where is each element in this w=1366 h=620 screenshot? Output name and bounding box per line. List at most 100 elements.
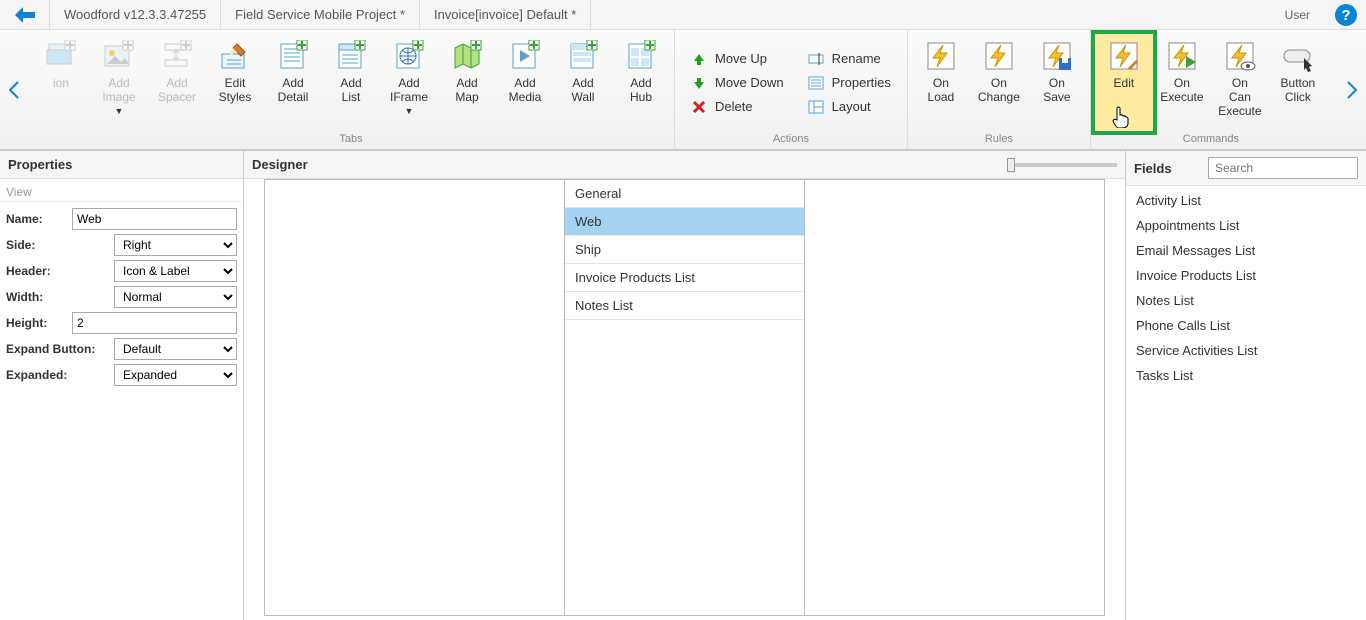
action-label: Delete (715, 99, 753, 114)
action-properties[interactable]: Properties (804, 73, 895, 93)
group-label: Commands (1091, 131, 1331, 149)
fields-header: Fields (1126, 151, 1366, 186)
ribbon-button-add-map[interactable]: AddMap (438, 34, 496, 131)
prop-row-height: Height: (0, 310, 243, 336)
action-label: Properties (832, 75, 891, 90)
field-item[interactable]: Notes List (1126, 288, 1366, 313)
prop-select[interactable]: Default (114, 338, 237, 360)
designer-canvas[interactable]: GeneralWebShipInvoice Products ListNotes… (264, 179, 1105, 616)
ribbon-button-on-change[interactable]: OnChange (970, 34, 1028, 131)
prop-select[interactable]: Expanded (114, 364, 237, 386)
button-label: AddMap (455, 76, 478, 104)
hub-icon (625, 40, 657, 72)
field-item[interactable]: Service Activities List (1126, 338, 1366, 363)
prop-row-expanded: Expanded:Expanded (0, 362, 243, 388)
prop-input[interactable] (72, 208, 237, 230)
zoom-slider[interactable] (1007, 163, 1117, 167)
button-label: AddIFrame (390, 76, 428, 104)
designer-tab-web[interactable]: Web (565, 208, 804, 236)
title-tab[interactable]: Field Service Mobile Project * (221, 0, 420, 29)
field-item[interactable]: Email Messages List (1126, 238, 1366, 263)
field-item[interactable]: Activity List (1126, 188, 1366, 213)
prop-row-header: Header:Icon & Label (0, 258, 243, 284)
ribbon-button-add-iframe[interactable]: AddIFrame▼ (380, 34, 438, 131)
action-rename[interactable]: Rename (804, 49, 895, 69)
ribbon-button-add-hub[interactable]: AddHub (612, 34, 670, 131)
ribbon-group-tabs: ionAddImage▼AddSpacerEditStylesAddDetail… (28, 30, 675, 149)
ribbon-button-add-wall[interactable]: AddWall (554, 34, 612, 131)
action-move-up[interactable]: Move Up (687, 49, 788, 69)
svg-text:?: ? (1341, 7, 1350, 24)
prop-label: Width: (6, 290, 114, 304)
ribbon-button-edit-styles[interactable]: EditStyles (206, 34, 264, 131)
button-label: ButtonClick (1281, 76, 1316, 104)
prop-label: Name: (6, 212, 72, 226)
designer-tab-invoice-products-list[interactable]: Invoice Products List (565, 264, 804, 292)
up-icon (691, 51, 707, 67)
prop-select[interactable]: Right (114, 234, 237, 256)
map-icon (451, 40, 483, 72)
ribbon-button-add-media[interactable]: AddMedia (496, 34, 554, 131)
ribbon-button-on-save[interactable]: OnSave (1028, 34, 1086, 131)
designer-tab-ship[interactable]: Ship (565, 236, 804, 264)
user-label[interactable]: User (1269, 8, 1326, 22)
help-icon[interactable]: ? (1326, 4, 1366, 26)
main: Properties View Name:Side:RightHeader:Ic… (0, 150, 1366, 620)
ribbon-group-commands: Edit OnExecuteOnCanExecute ButtonClick Com… (1091, 30, 1331, 149)
prop-row-width: Width:Normal (0, 284, 243, 310)
designer-tab-notes-list[interactable]: Notes List (565, 292, 804, 320)
action-move-down[interactable]: Move Down (687, 73, 788, 93)
detail-icon (277, 40, 309, 72)
ribbon-button-add-detail[interactable]: AddDetail (264, 34, 322, 131)
prop-select[interactable]: Icon & Label (114, 260, 237, 282)
prop-label: Expanded: (6, 368, 114, 382)
ribbon-group-rules: OnLoadOnChangeOnSave Rules (908, 30, 1091, 149)
button-label: AddWall (572, 76, 595, 104)
arrow-left-icon (15, 7, 35, 23)
search-input[interactable] (1208, 157, 1358, 179)
field-item[interactable]: Tasks List (1126, 363, 1366, 388)
canvas-mid[interactable]: GeneralWebShipInvoice Products ListNotes… (565, 180, 805, 615)
group-label: Tabs (28, 131, 674, 149)
chevron-left-icon (9, 81, 19, 99)
action-label: Layout (832, 99, 871, 114)
prop-input[interactable] (72, 312, 237, 334)
field-item[interactable]: Phone Calls List (1126, 313, 1366, 338)
designer-tab-general[interactable]: General (565, 180, 804, 208)
ribbon-button-button-click[interactable]: ButtonClick (1269, 34, 1327, 131)
prop-row-side: Side:Right (0, 232, 243, 258)
button-label: AddSpacer (158, 76, 196, 104)
designer-panel: Designer GeneralWebShipInvoice Products … (244, 151, 1126, 620)
button-label: AddMedia (509, 76, 542, 104)
down-icon (691, 75, 707, 91)
action-delete[interactable]: Delete (687, 97, 788, 117)
prop-label: Header: (6, 264, 114, 278)
group-label: Rules (908, 131, 1090, 149)
props-icon (808, 75, 824, 91)
field-item[interactable]: Appointments List (1126, 213, 1366, 238)
titlebar: Woodford v12.3.3.47255 Field Service Mob… (0, 0, 1366, 30)
title-tab[interactable]: Woodford v12.3.3.47255 (50, 0, 221, 29)
zoom-thumb[interactable] (1007, 158, 1015, 172)
title-tab[interactable]: Invoice[invoice] Default * (420, 0, 591, 29)
prop-select[interactable]: Normal (114, 286, 237, 308)
ribbon-button-on-load[interactable]: OnLoad (912, 34, 970, 131)
prop-row-name: Name: (0, 206, 243, 232)
canvas-left[interactable] (265, 180, 565, 615)
button-label: AddHub (630, 76, 652, 104)
styles-icon (219, 40, 251, 72)
action-layout[interactable]: Layout (804, 97, 895, 117)
bolt-icon (925, 40, 957, 72)
field-item[interactable]: Invoice Products List (1126, 263, 1366, 288)
ribbon-scroll-left[interactable] (0, 30, 28, 149)
ribbon-button-edit[interactable]: Edit (1095, 34, 1153, 131)
canvas-right[interactable] (805, 180, 1104, 615)
ribbon-button-on-execute[interactable]: OnExecute (1153, 34, 1211, 131)
ribbon-button-on-can-execute[interactable]: OnCanExecute (1211, 34, 1269, 131)
back-button[interactable] (0, 0, 50, 29)
button-label: Edit (1114, 76, 1135, 90)
ribbon-scroll-right[interactable] (1338, 30, 1366, 149)
section-icon (45, 40, 77, 72)
ribbon-button-ion: ion (32, 34, 90, 131)
ribbon-button-add-list[interactable]: AddList (322, 34, 380, 131)
